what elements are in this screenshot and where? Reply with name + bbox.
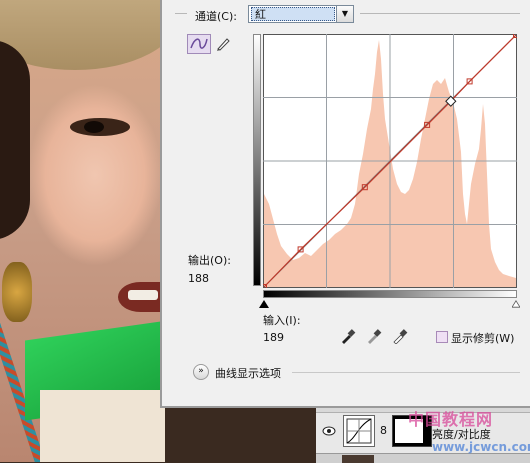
link-chain-icon[interactable]: 8 — [380, 424, 387, 437]
cloth-region — [40, 390, 165, 462]
output-gradient-bar — [253, 34, 261, 286]
channel-select[interactable]: 紅 ▼ — [248, 5, 354, 23]
channel-label: 通道(C): — [195, 10, 237, 23]
black-eyedropper-icon[interactable] — [340, 328, 356, 344]
show-clipping-checkbox[interactable] — [436, 331, 448, 343]
visibility-eye-icon[interactable] — [322, 426, 336, 436]
input-gradient-bar — [263, 290, 517, 298]
divider — [360, 13, 520, 14]
white-eyedropper-icon[interactable] — [392, 328, 408, 344]
input-value[interactable]: 189 — [263, 331, 284, 344]
curve-edit-tool-button[interactable] — [187, 34, 211, 54]
expand-options-icon[interactable]: » — [193, 364, 209, 380]
adjustment-layer-thumbnail[interactable] — [343, 415, 375, 447]
curves-graph[interactable] — [263, 34, 517, 288]
teeth-region — [128, 290, 158, 300]
eye-region — [70, 118, 130, 136]
display-options-label[interactable]: 曲线显示选项 — [215, 365, 281, 381]
curves-adjustment-icon — [346, 418, 372, 444]
black-point-slider[interactable] — [259, 300, 269, 308]
pencil-icon — [217, 38, 230, 51]
white-point-slider[interactable] — [512, 300, 520, 308]
input-label: 输入(I): — [263, 314, 301, 327]
curve-tool-icon — [190, 38, 208, 49]
pencil-tool-button[interactable] — [215, 36, 231, 52]
earring-region — [2, 262, 32, 322]
watermark-text: 中国教程网 — [408, 410, 494, 429]
output-value[interactable]: 188 — [188, 272, 209, 285]
divider — [175, 13, 187, 14]
photo-canvas — [0, 0, 165, 462]
hair-region — [0, 40, 30, 240]
channel-select-value: 紅 — [251, 7, 335, 21]
watermark-url: www.jcwcn.com — [432, 440, 530, 454]
gray-eyedropper-icon[interactable] — [366, 328, 382, 344]
show-clipping-label[interactable]: 显示修剪(W) — [451, 330, 514, 346]
chevron-down-icon[interactable]: ▼ — [336, 6, 353, 22]
output-label: 输出(O): — [188, 254, 231, 267]
divider — [292, 372, 520, 373]
